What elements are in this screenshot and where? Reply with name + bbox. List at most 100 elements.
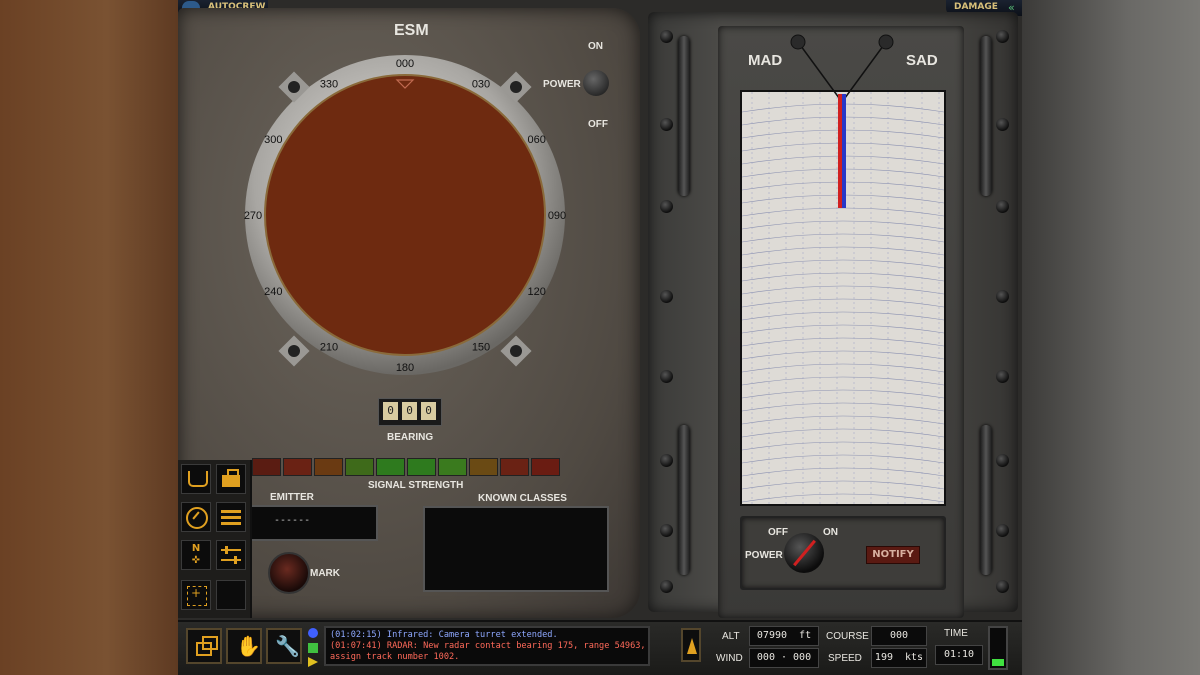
bolt-icon	[660, 524, 673, 537]
toolbox-icon[interactable]	[216, 464, 246, 494]
panel-slot	[678, 36, 690, 196]
signal-segment	[469, 458, 498, 476]
hand-icon[interactable]: ✋	[226, 628, 262, 664]
bolt-icon	[996, 454, 1009, 467]
emitter-label: EMITTER	[270, 492, 314, 503]
log-message: (01:02:15) Infrared: Camera turret exten…	[330, 630, 558, 640]
bolt-icon	[996, 524, 1009, 537]
esm-display	[264, 74, 546, 356]
target-reticle-icon[interactable]: +	[181, 580, 211, 610]
bolt-icon	[660, 290, 673, 303]
esm-off-label: OFF	[588, 119, 608, 130]
bolt-icon	[660, 454, 673, 467]
up-arrow-button[interactable]	[681, 628, 701, 662]
compass-tick-label: 240	[264, 286, 282, 298]
windows-icon[interactable]	[186, 628, 222, 664]
speed-value: 199	[874, 652, 893, 663]
log-indicator-icon	[308, 628, 318, 638]
compass-tick-label: 120	[527, 286, 545, 298]
signal-segment	[531, 458, 560, 476]
log-message: assign track number 1002.	[330, 652, 460, 662]
bolt-icon	[660, 30, 673, 43]
panel-slot	[678, 425, 690, 575]
sliders-icon[interactable]	[216, 540, 246, 570]
signal-segment	[500, 458, 529, 476]
signal-segment	[345, 458, 374, 476]
bearing-digit: 0	[383, 402, 398, 420]
speed-unit: kts	[905, 652, 924, 663]
bolt-icon	[660, 200, 673, 213]
esm-title: ESM	[394, 22, 429, 39]
compass-tick-label: 180	[396, 362, 414, 374]
empty-slot	[216, 580, 246, 610]
mount-bolt	[500, 335, 532, 367]
time-label: TIME	[944, 628, 968, 639]
bolt-icon	[660, 118, 673, 131]
sad-trace	[842, 94, 846, 208]
emitter-display: ------	[250, 505, 378, 541]
bolt-icon	[660, 580, 673, 593]
mad-trace	[838, 94, 842, 208]
mad-power-knob[interactable]	[784, 533, 824, 573]
bearing-label: BEARING	[387, 432, 434, 443]
bolt-icon	[996, 580, 1009, 593]
mad-off-label: OFF	[768, 527, 788, 538]
wind-label: WIND	[716, 653, 743, 664]
bolt-icon	[996, 370, 1009, 383]
known-classes-label: KNOWN CLASSES	[478, 493, 567, 504]
bearing-counter: 0 0 0	[378, 398, 442, 426]
sonar-waves-icon[interactable]	[216, 502, 246, 532]
station-sidebar: N ✜ +	[178, 460, 252, 618]
panel-slot	[980, 425, 992, 575]
signal-segment	[438, 458, 467, 476]
mad-on-label: ON	[823, 527, 838, 538]
log-scroll-icon[interactable]	[308, 657, 318, 667]
fuel-gauge	[988, 626, 1008, 670]
signal-segment	[283, 458, 312, 476]
bearing-digit: 0	[421, 402, 436, 420]
course-readout: 000	[871, 626, 927, 646]
alt-value: 07990	[756, 630, 788, 641]
signal-segment	[376, 458, 405, 476]
damage-label: DAMAGE	[954, 2, 998, 12]
message-log[interactable]: (01:02:15) Infrared: Camera turret exten…	[324, 626, 650, 666]
compass-tick-label: 270	[244, 210, 262, 222]
time-readout: 01:10	[935, 645, 983, 665]
game-screen: AUTOCREW DAMAGE « ESM 000 030 060 090 120 150…	[178, 0, 1022, 675]
wrench-icon[interactable]: 🔧	[266, 628, 302, 664]
esm-on-label: ON	[588, 41, 603, 52]
mark-label: MARK	[310, 568, 340, 579]
log-indicator-icon	[308, 643, 318, 653]
mark-button[interactable]	[268, 552, 310, 594]
signal-segment	[252, 458, 281, 476]
compass-tick-label: 210	[320, 342, 338, 354]
bolt-icon	[996, 290, 1009, 303]
compass-tick-label: 030	[472, 78, 490, 90]
speed-readout: 199 kts	[871, 648, 927, 668]
compass-tick-label: 090	[548, 210, 566, 222]
notify-button[interactable]: NOTIFY	[866, 546, 920, 564]
alt-unit: ft	[799, 630, 812, 641]
bolt-icon	[996, 118, 1009, 131]
bolt-icon	[996, 200, 1009, 213]
panel-slot	[980, 36, 992, 196]
crew-station-icon[interactable]	[181, 464, 211, 494]
compass-tick-label: 000	[396, 58, 414, 70]
compass-tick-label: 150	[472, 342, 490, 354]
esm-power-switch[interactable]	[583, 70, 609, 96]
esm-power-label: POWER	[543, 79, 581, 90]
signal-strength-label: SIGNAL STRENGTH	[368, 480, 464, 491]
bearing-digit: 0	[402, 402, 417, 420]
stylus-pivot-icon	[790, 34, 806, 50]
known-classes-list[interactable]	[423, 506, 609, 592]
wind-value: 000 · 000	[756, 652, 812, 663]
bolt-icon	[660, 370, 673, 383]
alt-label: ALT	[722, 631, 740, 642]
compass-tick-label: 330	[320, 78, 338, 90]
mad-power-label: POWER	[745, 550, 783, 561]
time-value: 01:10	[943, 649, 975, 660]
emitter-value: ------	[274, 515, 311, 526]
gauge-icon[interactable]	[181, 502, 211, 532]
esm-compass: 000 030 060 090 120 150 180 210 240 270 300 330	[244, 55, 566, 375]
compass-rose-icon[interactable]: N ✜	[181, 540, 211, 570]
